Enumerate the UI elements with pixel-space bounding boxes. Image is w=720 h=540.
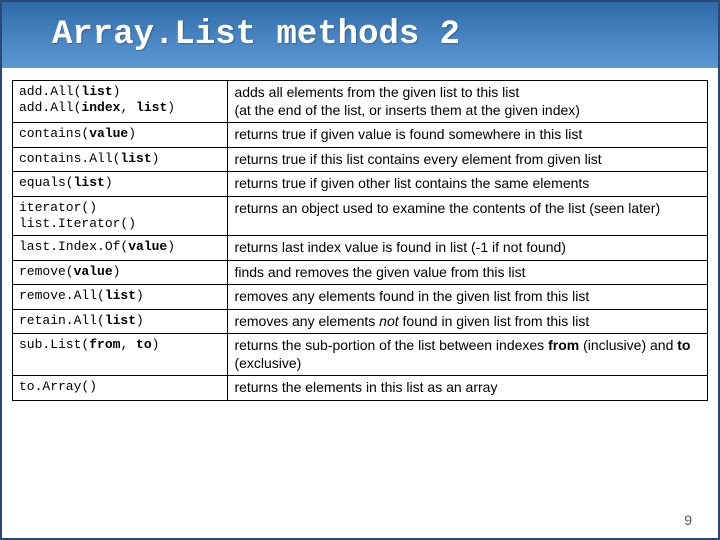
table-row: contains.All(list)returns true if this l… xyxy=(13,147,708,172)
table-row: equals(list)returns true if given other … xyxy=(13,172,708,197)
method-signature: remove(value) xyxy=(13,260,228,285)
method-signature: iterator()list.Iterator() xyxy=(13,196,228,236)
method-signature: contains.All(list) xyxy=(13,147,228,172)
method-signature: remove.All(list) xyxy=(13,285,228,310)
table-row: retain.All(list)removes any elements not… xyxy=(13,309,708,334)
method-description: returns last index value is found in lis… xyxy=(228,236,708,261)
table-row: last.Index.Of(value)returns last index v… xyxy=(13,236,708,261)
method-description: returns true if given other list contain… xyxy=(228,172,708,197)
method-description: returns an object used to examine the co… xyxy=(228,196,708,236)
method-signature: to.Array() xyxy=(13,376,228,401)
table-row: remove(value)finds and removes the given… xyxy=(13,260,708,285)
method-signature: add.All(list)add.All(index, list) xyxy=(13,81,228,123)
method-description: returns true if this list contains every… xyxy=(228,147,708,172)
table-row: add.All(list)add.All(index, list)adds al… xyxy=(13,81,708,123)
methods-table: add.All(list)add.All(index, list)adds al… xyxy=(12,80,708,401)
method-description: removes any elements not found in given … xyxy=(228,309,708,334)
methods-tbody: add.All(list)add.All(index, list)adds al… xyxy=(13,81,708,401)
method-signature: retain.All(list) xyxy=(13,309,228,334)
method-signature: sub.List(from, to) xyxy=(13,334,228,376)
method-description: returns the elements in this list as an … xyxy=(228,376,708,401)
method-signature: last.Index.Of(value) xyxy=(13,236,228,261)
table-row: remove.All(list)removes any elements fou… xyxy=(13,285,708,310)
table-row: iterator()list.Iterator()returns an obje… xyxy=(13,196,708,236)
table-row: contains(value)returns true if given val… xyxy=(13,123,708,148)
method-description: adds all elements from the given list to… xyxy=(228,81,708,123)
table-row: sub.List(from, to)returns the sub-portio… xyxy=(13,334,708,376)
slide-content: add.All(list)add.All(index, list)adds al… xyxy=(2,68,718,401)
title-rest: methods 2 xyxy=(256,16,460,54)
slide-title: Array.List methods 2 xyxy=(2,2,718,68)
method-description: returns true if given value is found som… xyxy=(228,123,708,148)
method-signature: contains(value) xyxy=(13,123,228,148)
page-number: 9 xyxy=(684,512,692,528)
title-mono: Array.List xyxy=(52,16,256,54)
table-row: to.Array()returns the elements in this l… xyxy=(13,376,708,401)
method-description: finds and removes the given value from t… xyxy=(228,260,708,285)
method-description: removes any elements found in the given … xyxy=(228,285,708,310)
method-signature: equals(list) xyxy=(13,172,228,197)
slide: Array.List methods 2 add.All(list)add.Al… xyxy=(0,0,720,540)
method-description: returns the sub-portion of the list betw… xyxy=(228,334,708,376)
